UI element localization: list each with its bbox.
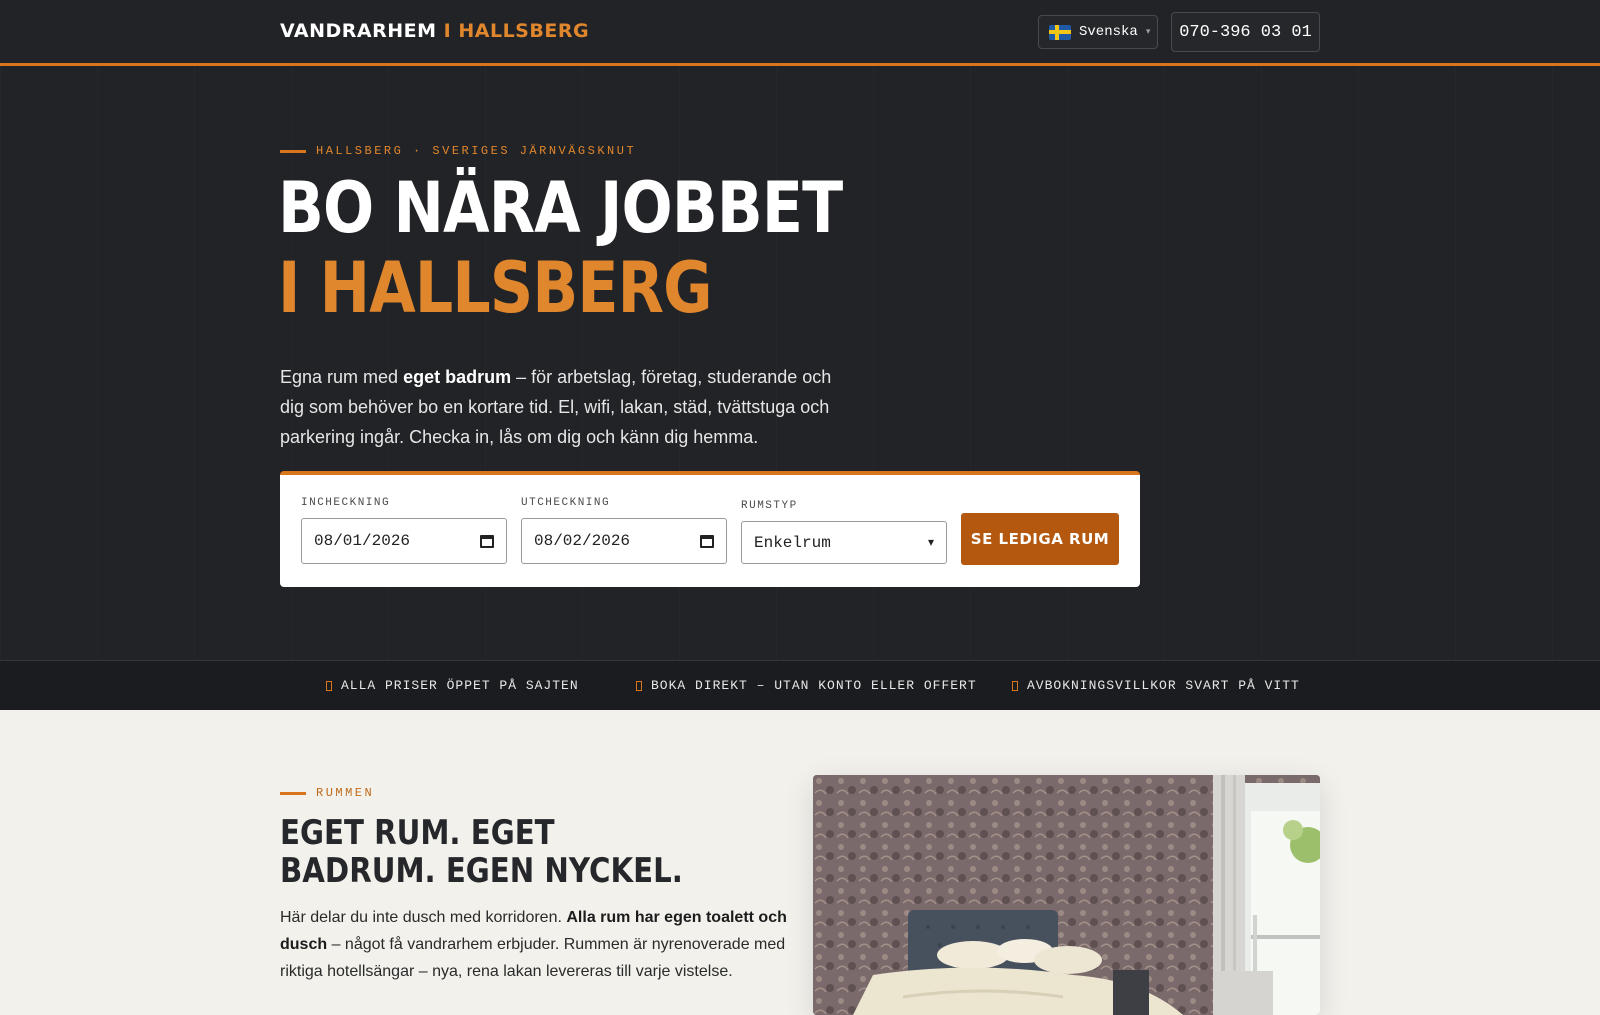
checkin-field: INCHECKNING 08/01/2026 (301, 497, 507, 564)
roomtype-field: RUMSTYP Enkelrum ▾ (741, 500, 947, 564)
site-logo[interactable]: VANDRARHEM I HALLSBERG (280, 20, 589, 42)
trust-item-label: BOKA DIREKT – UTAN KONTO ELLER OFFERT (651, 678, 977, 693)
rooms-eyebrow-text: RUMMEN (316, 786, 375, 800)
site-header: VANDRARHEM I HALLSBERG Svenska ▾ 070-396… (0, 0, 1600, 66)
checkout-value: 08/02/2026 (534, 532, 631, 550)
roomtype-value: Enkelrum (754, 533, 831, 552)
checkin-label: INCHECKNING (301, 497, 391, 509)
hero-lead-pre: Egna rum med (280, 367, 404, 387)
rooms-body-post: – något få vandrarhem erbjuder. Rummen ä… (280, 936, 786, 980)
checkout-date-input[interactable]: 08/02/2026 (521, 518, 727, 564)
roomtype-label: RUMSTYP (741, 500, 798, 512)
language-selector[interactable]: Svenska ▾ (1038, 15, 1158, 49)
check-icon (326, 680, 332, 691)
hero-eyebrow-text: HALLSBERG · SVERIGES JÄRNVÄGSKNUT (316, 144, 637, 158)
language-label: Svenska (1079, 24, 1138, 40)
eyebrow-dash (280, 149, 306, 153)
checkout-field: UTCHECKNING 08/02/2026 (521, 497, 727, 564)
check-icon (636, 680, 642, 691)
hero-eyebrow: HALLSBERG · SVERIGES JÄRNVÄGSKNUT (280, 144, 636, 158)
rooms-eyebrow: RUMMEN (280, 786, 374, 800)
trust-item: ALLA PRISER ÖPPET PÅ SAJTEN (326, 678, 579, 693)
calendar-icon[interactable] (480, 534, 494, 548)
room-photo (813, 775, 1320, 1015)
hero-title-line2: I HALLSBERG (278, 247, 713, 329)
chevron-down-icon: ▾ (927, 536, 934, 550)
hero-section: HALLSBERG · SVERIGES JÄRNVÄGSKNUT BO NÄR… (0, 66, 1600, 660)
room-photo-illustration (813, 775, 1320, 1015)
hero-title-line1: BO NÄRA JOBBET (278, 167, 843, 249)
calendar-icon[interactable] (700, 534, 714, 548)
chevron-down-icon: ▾ (1145, 27, 1151, 37)
roomtype-select[interactable]: Enkelrum ▾ (741, 521, 947, 564)
brand-accent: I HALLSBERG (443, 20, 590, 42)
rooms-body-pre: Här delar du inte dusch med korridoren. (280, 909, 567, 926)
booking-form: INCHECKNING 08/01/2026 UTCHECKNING 08/02… (280, 471, 1140, 587)
brand-main: VANDRARHEM (280, 20, 437, 42)
trust-item-label: AVBOKNINGSVILLKOR SVART PÅ VITT (1027, 678, 1300, 693)
trust-item-label: ALLA PRISER ÖPPET PÅ SAJTEN (341, 678, 579, 693)
eyebrow-dash (280, 791, 306, 795)
trust-strip: ALLA PRISER ÖPPET PÅ SAJTEN BOKA DIREKT … (0, 660, 1600, 710)
hero-lead-bold: eget badrum (403, 367, 512, 387)
rooms-description: Här delar du inte dusch med korridoren. … (280, 904, 792, 985)
check-icon (1012, 680, 1018, 691)
rooms-title: EGET RUM. EGET BADRUM. EGEN NYCKEL. (280, 814, 683, 890)
hero-title: BO NÄRA JOBBET I HALLSBERG (278, 167, 843, 329)
phone-button[interactable]: 070-396 03 01 (1171, 12, 1320, 52)
trust-item: AVBOKNINGSVILLKOR SVART PÅ VITT (1012, 678, 1300, 693)
rooms-title-line1: EGET RUM. EGET (280, 813, 555, 853)
search-rooms-button[interactable]: SE LEDIGA RUM (961, 513, 1119, 565)
checkin-date-input[interactable]: 08/01/2026 (301, 518, 507, 564)
hero-lead: Egna rum med eget badrum – för arbetslag… (280, 362, 840, 452)
checkout-label: UTCHECKNING (521, 497, 611, 509)
rooms-title-line2: BADRUM. EGEN NYCKEL. (280, 851, 683, 891)
trust-item: BOKA DIREKT – UTAN KONTO ELLER OFFERT (636, 678, 977, 693)
checkin-value: 08/01/2026 (314, 532, 411, 550)
swedish-flag-icon (1049, 24, 1071, 40)
